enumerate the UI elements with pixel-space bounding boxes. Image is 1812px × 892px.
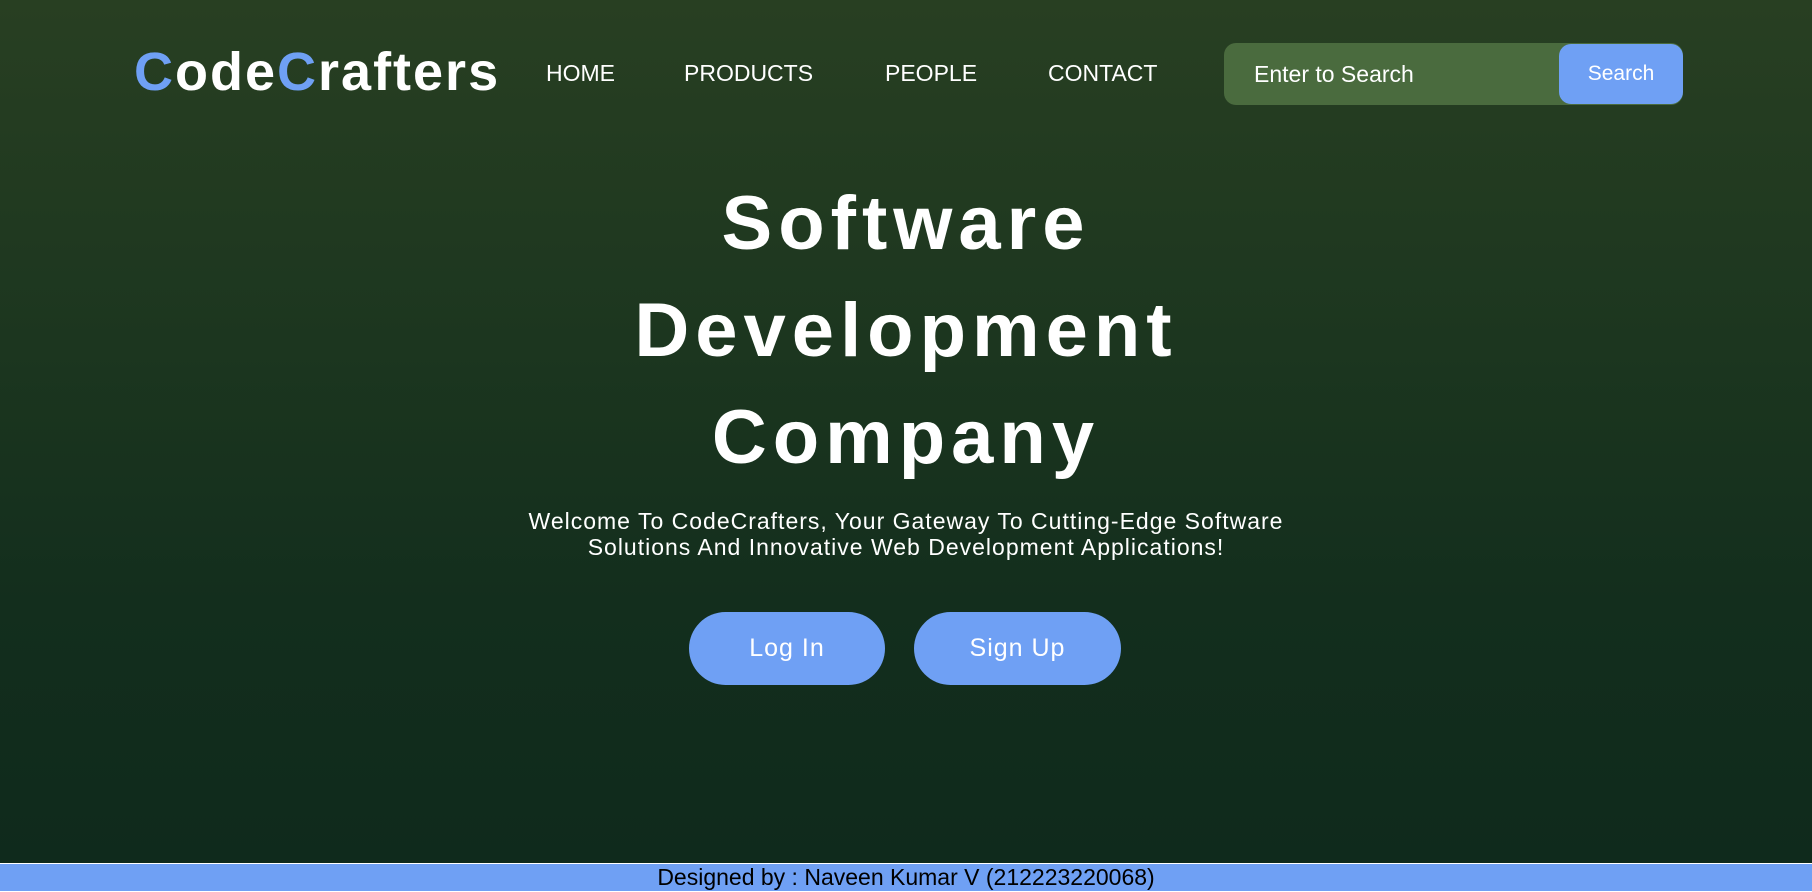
logo-letter-c1: C	[134, 42, 175, 102]
nav-products[interactable]: PRODUCTS	[684, 58, 813, 88]
search-button[interactable]: Search	[1559, 44, 1683, 104]
signup-button[interactable]: Sign Up	[914, 612, 1121, 685]
logo-text-rafters: rafters	[318, 42, 501, 102]
hero-title-line-3: Company	[711, 395, 1101, 480]
nav-home[interactable]: HOME	[546, 58, 615, 88]
login-button[interactable]: Log In	[689, 612, 885, 685]
hero-title-line-2: Development	[634, 288, 1178, 373]
nav-contact[interactable]: CONTACT	[1048, 58, 1157, 88]
hero-subtitle-line-1: Welcome To CodeCrafters, Your Gateway To…	[528, 508, 1284, 534]
logo-letter-c2: C	[277, 42, 319, 102]
hero-page: CodeCrafters HOME PRODUCTS PEOPLE CONTAC…	[0, 0, 1812, 863]
logo-text-ode: ode	[175, 42, 278, 102]
hero-title: Software Development Company	[406, 170, 1406, 491]
hero-subtitle-line-2: Solutions And Innovative Web Development…	[587, 534, 1225, 560]
hero-subtitle: Welcome To CodeCrafters, Your Gateway To…	[506, 508, 1306, 560]
hero-title-line-1: Software	[721, 181, 1091, 266]
footer-credit: Designed by : Naveen Kumar V (2122232200…	[0, 864, 1812, 891]
site-logo[interactable]: CodeCrafters	[134, 42, 500, 102]
search-input[interactable]	[1224, 43, 1554, 105]
nav-people[interactable]: PEOPLE	[885, 58, 977, 88]
